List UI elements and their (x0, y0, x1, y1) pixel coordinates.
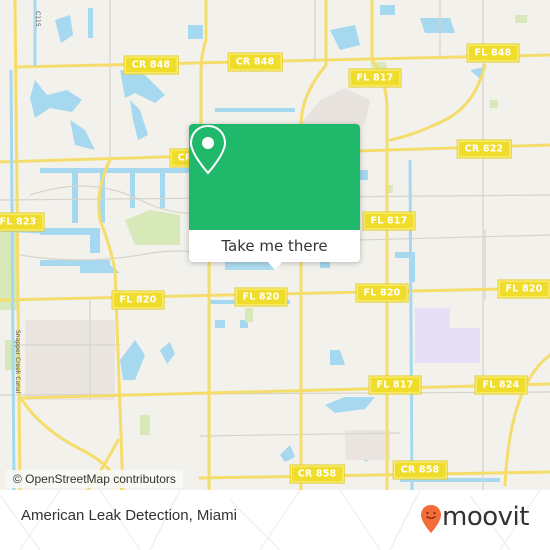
canal-label-snapper-creek: Snapper Creek Canal (14, 330, 21, 394)
road-label-fl817: FL 817 (349, 69, 401, 87)
brand-name: moovit (442, 502, 529, 532)
map-attribution[interactable]: © OpenStreetMap contributors (6, 470, 183, 488)
road-label-cr848: CR 848 (228, 53, 282, 71)
road-label-cr822: CR 822 (457, 140, 511, 158)
road-label-fl820: FL 820 (356, 284, 408, 302)
map[interactable]: C115 Snapper Creek Canal CR 848 CR 848 F… (0, 0, 550, 490)
road-label-fl817: FL 817 (369, 376, 421, 394)
road-label-fl848: FL 848 (467, 44, 519, 62)
road-label-cr858: CR 858 (290, 465, 344, 483)
road-label-fl824: FL 824 (475, 376, 527, 394)
place-name: American Leak Detection, Miami (21, 507, 237, 524)
road-label-fl817: FL 817 (363, 212, 415, 230)
footer: American Leak Detection, Miami moovit (0, 490, 550, 550)
canal-label-c115: C115 (34, 11, 41, 27)
moovit-pin-icon (421, 505, 441, 533)
road-label-fl820: FL 820 (498, 280, 550, 298)
take-me-there-button[interactable]: Take me there (189, 230, 360, 262)
road-label-fl820: FL 820 (235, 288, 287, 306)
road-label-cr858: CR 858 (393, 461, 447, 479)
road-label-fl820: FL 820 (112, 291, 164, 309)
location-pin-icon (189, 124, 227, 175)
popup-pointer (267, 261, 283, 270)
road-label-cr848: CR 848 (124, 56, 178, 74)
location-popup: Take me there (189, 124, 360, 270)
popup-header (189, 124, 360, 230)
road-label-fl823: FL 823 (0, 213, 44, 231)
